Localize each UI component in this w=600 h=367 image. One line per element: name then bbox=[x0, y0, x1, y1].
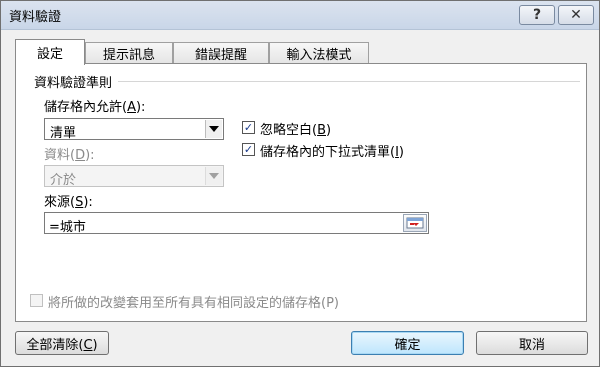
clear-all-button[interactable]: 全部清除(C) bbox=[15, 331, 109, 355]
range-select-icon bbox=[406, 217, 424, 229]
cancel-label: 取消 bbox=[518, 337, 545, 353]
close-icon: ✕ bbox=[570, 7, 582, 23]
allow-dropdown-button[interactable] bbox=[205, 120, 222, 138]
help-button[interactable]: ? bbox=[519, 5, 555, 25]
settings-panel: 資料驗證準則 儲存格內允許(A): 清單 資料(D): 介於 ✓ 忽略空白(B)… bbox=[15, 63, 587, 322]
data-select-value: 介於 bbox=[50, 173, 77, 188]
section-title: 資料驗證準則 bbox=[34, 76, 113, 91]
tab-error-alert[interactable]: 錯誤提醒 bbox=[173, 42, 269, 64]
close-button[interactable]: ✕ bbox=[558, 5, 594, 25]
data-select[interactable]: 介於 bbox=[44, 165, 224, 188]
source-input-value: =城市 bbox=[49, 220, 86, 235]
tab-error-alert-label: 錯誤提醒 bbox=[194, 48, 247, 63]
ignore-blank-label[interactable]: 忽略空白(B) bbox=[260, 119, 331, 138]
range-collapse-button[interactable] bbox=[403, 214, 427, 232]
source-input[interactable]: =城市 bbox=[44, 212, 429, 235]
ok-label: 確定 bbox=[394, 337, 421, 353]
ignore-blank-checkbox[interactable]: ✓ bbox=[242, 121, 255, 134]
in-cell-dropdown-checkbox[interactable]: ✓ bbox=[242, 143, 255, 156]
data-label: 資料(D): bbox=[44, 148, 95, 163]
chevron-down-icon bbox=[209, 173, 219, 179]
section-divider bbox=[118, 81, 580, 82]
source-label: 來源(S): bbox=[44, 195, 93, 210]
tab-ime-mode-label: 輸入法模式 bbox=[286, 48, 352, 63]
dialog-title: 資料驗證 bbox=[9, 10, 62, 25]
allow-select[interactable]: 清單 bbox=[44, 118, 224, 141]
chevron-down-icon bbox=[209, 126, 219, 132]
tab-input-message-label: 提示訊息 bbox=[102, 48, 155, 63]
check-icon: ✓ bbox=[243, 143, 254, 156]
tab-ime-mode[interactable]: 輸入法模式 bbox=[269, 42, 369, 64]
allow-label: 儲存格內允許(A): bbox=[44, 100, 146, 115]
tab-input-message[interactable]: 提示訊息 bbox=[85, 42, 173, 64]
ok-button[interactable]: 確定 bbox=[351, 331, 464, 355]
data-dropdown-button[interactable] bbox=[205, 167, 222, 185]
check-icon: ✓ bbox=[243, 121, 254, 134]
in-cell-dropdown-label[interactable]: 儲存格內的下拉式清單(I) bbox=[260, 141, 404, 160]
apply-all-label: 將所做的改變套用至所有具有相同設定的儲存格(P) bbox=[48, 296, 339, 311]
allow-select-value: 清單 bbox=[50, 126, 77, 141]
tab-settings[interactable]: 設定 bbox=[15, 39, 85, 65]
cancel-button[interactable]: 取消 bbox=[476, 331, 588, 355]
help-icon: ? bbox=[532, 7, 542, 23]
title-bar: 資料驗證 ? ✕ bbox=[1, 1, 599, 30]
apply-all-checkbox[interactable] bbox=[30, 294, 43, 307]
data-validation-dialog: 資料驗證 ? ✕ 設定 提示訊息 錯誤提醒 輸入法模式 資料驗證準則 儲存格內允… bbox=[0, 0, 600, 367]
tab-settings-label: 設定 bbox=[36, 47, 63, 62]
clear-all-label: 全部清除(C) bbox=[26, 337, 98, 353]
